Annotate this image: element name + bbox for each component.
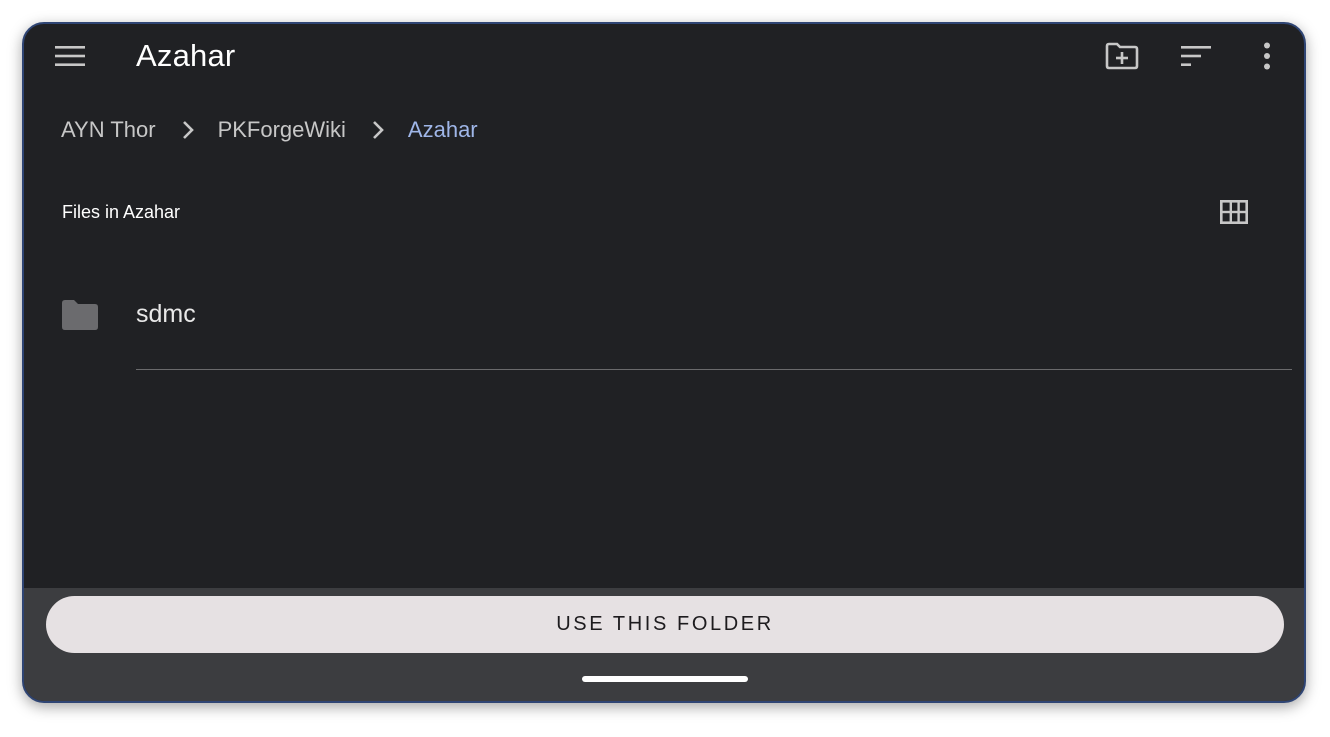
sort-icon: [1181, 46, 1211, 66]
hamburger-menu-icon: [55, 46, 85, 66]
chevron-right-icon: [373, 121, 384, 139]
more-options-button[interactable]: [1243, 32, 1291, 80]
bottom-bar: USE THIS FOLDER: [24, 588, 1304, 701]
folder-icon: [62, 300, 98, 330]
grid-view-icon: [1220, 200, 1248, 224]
use-this-folder-button[interactable]: USE THIS FOLDER: [46, 596, 1284, 653]
section-header: Files in Azahar: [62, 202, 181, 222]
breadcrumb-separator: [166, 112, 210, 148]
breadcrumb: AYN Thor PKForgeWiki Azahar: [61, 112, 478, 148]
file-name: sdmc: [136, 300, 196, 328]
breadcrumb-separator: [356, 112, 400, 148]
create-folder-button[interactable]: [1098, 32, 1146, 80]
device-screen: Azahar AYN Thor PKForgeWiki Azahar Files…: [22, 22, 1306, 703]
file-list-item[interactable]: sdmc: [24, 276, 1304, 370]
list-divider: [136, 369, 1292, 370]
more-vert-icon: [1264, 42, 1270, 70]
create-folder-icon: [1105, 42, 1139, 70]
home-indicator[interactable]: [582, 676, 748, 682]
breadcrumb-item-pkforgewiki[interactable]: PKForgeWiki: [218, 117, 346, 143]
app-title: Azahar: [136, 38, 236, 73]
menu-button[interactable]: [46, 32, 94, 80]
app-bar: Azahar: [24, 24, 1304, 90]
chevron-right-icon: [182, 121, 194, 139]
sort-button[interactable]: [1172, 32, 1220, 80]
breadcrumb-item-azahar[interactable]: Azahar: [408, 117, 478, 143]
breadcrumb-item-ayn-thor[interactable]: AYN Thor: [61, 117, 156, 143]
grid-view-toggle[interactable]: [1214, 194, 1254, 230]
